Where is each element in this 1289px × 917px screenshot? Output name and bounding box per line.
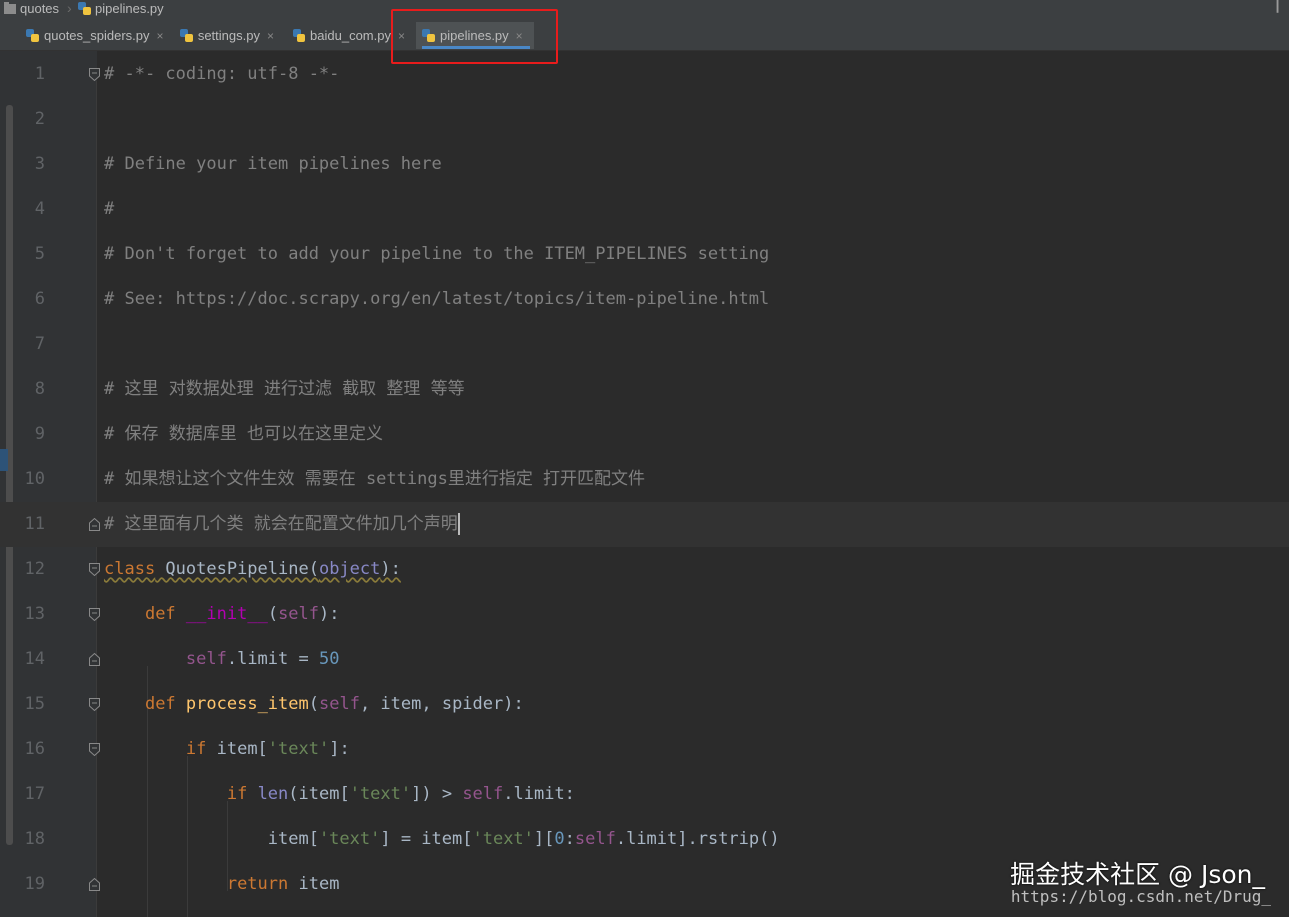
line-number: 16	[24, 739, 45, 759]
python-file-icon	[78, 2, 91, 15]
close-icon[interactable]: ×	[157, 29, 164, 43]
line-number: 6	[34, 289, 45, 309]
text-caret	[457, 513, 460, 535]
python-file-icon	[293, 29, 306, 42]
line-number: 14	[24, 649, 45, 669]
line-number: 7	[34, 334, 45, 354]
watermark-url: https://blog.csdn.net/Drug_	[1010, 887, 1271, 906]
line-number: 9	[34, 424, 45, 444]
code-line[interactable]: 1 # -*- coding: utf-8 -*-	[0, 52, 1289, 97]
fold-end-icon[interactable]	[89, 518, 100, 531]
line-number: 4	[34, 199, 45, 219]
code-line[interactable]: 16 if item['text']:	[0, 727, 1289, 772]
fold-end-icon[interactable]	[89, 653, 100, 666]
code-text: # 这里面有几个类 就会在配置文件加几个声明	[104, 513, 460, 535]
folder-icon	[4, 1, 16, 14]
close-icon[interactable]: ×	[267, 29, 274, 43]
code-text: def __init__(self):	[144, 604, 340, 624]
code-line[interactable]: 17 if len(item['text']) > self.limit:	[0, 772, 1289, 817]
code-text: # Define your item pipelines here	[104, 154, 442, 174]
code-line[interactable]: 10 # 如果想让这个文件生效 需要在 settings里进行指定 打开匹配文件	[0, 457, 1289, 502]
watermark-text: 掘金技术社区 @ Json_	[1010, 860, 1265, 889]
line-number: 13	[24, 604, 45, 624]
code-line[interactable]: 6 # See: https://doc.scrapy.org/en/lates…	[0, 277, 1289, 322]
code-text: # 保存 数据库里 也可以在这里定义	[104, 424, 383, 444]
code-text: # See: https://doc.scrapy.org/en/latest/…	[104, 289, 770, 309]
line-number: 12	[24, 559, 45, 579]
fold-icon[interactable]	[89, 68, 100, 81]
line-number: 5	[34, 244, 45, 264]
code-line[interactable]: 13 def __init__(self):	[0, 592, 1289, 637]
tab-settings[interactable]: settings.py ×	[174, 22, 280, 49]
code-line[interactable]: 15 def process_item(self, item, spider):	[0, 682, 1289, 727]
code-line[interactable]: 2	[0, 97, 1289, 142]
fold-end-icon[interactable]	[89, 878, 100, 891]
code-line[interactable]: 9 # 保存 数据库里 也可以在这里定义	[0, 412, 1289, 457]
annotation-highlight-box	[391, 9, 558, 64]
code-text: if item['text']:	[185, 739, 350, 759]
code-text: class QuotesPipeline(object):	[104, 559, 401, 579]
breadcrumb-separator: ›	[67, 0, 72, 16]
line-number: 18	[24, 829, 45, 849]
code-line[interactable]: 14 self.limit = 50	[0, 637, 1289, 682]
fold-icon[interactable]	[89, 698, 100, 711]
more-icon[interactable]: ▕▏	[1269, 0, 1286, 13]
code-line-current[interactable]: 11 # 这里面有几个类 就会在配置文件加几个声明	[0, 502, 1289, 547]
code-text: if len(item['text']) > self.limit:	[226, 784, 575, 804]
code-line[interactable]: 3 # Define your item pipelines here	[0, 142, 1289, 187]
line-number: 11	[24, 514, 45, 534]
line-number: 2	[34, 109, 45, 129]
breadcrumb-file[interactable]: pipelines.py	[78, 1, 164, 16]
fold-icon[interactable]	[89, 743, 100, 756]
code-text: #	[104, 199, 115, 219]
tab-quotes-spiders[interactable]: quotes_spiders.py ×	[20, 22, 170, 49]
breadcrumb: quotes › pipelines.py ▕▏	[0, 0, 1289, 19]
code-line[interactable]: 5 # Don't forget to add your pipeline to…	[0, 232, 1289, 277]
code-text: self.limit = 50	[185, 649, 340, 669]
code-text: # 如果想让这个文件生效 需要在 settings里进行指定 打开匹配文件	[104, 469, 646, 489]
line-number: 10	[24, 469, 45, 489]
fold-icon[interactable]	[89, 608, 100, 621]
line-number: 19	[24, 874, 45, 894]
code-text: # Don't forget to add your pipeline to t…	[104, 244, 770, 264]
code-text: return item	[226, 874, 340, 894]
code-line[interactable]: 4 #	[0, 187, 1289, 232]
line-number: 15	[24, 694, 45, 714]
editor-tab-bar: ← quotes_spiders.py × settings.py × baid…	[0, 19, 1289, 59]
code-line[interactable]: 12 class QuotesPipeline(object):	[0, 547, 1289, 592]
python-file-icon	[180, 29, 193, 42]
code-text: # -*- coding: utf-8 -*-	[104, 64, 340, 84]
code-text: item['text'] = item['text'][0:self.limit…	[104, 829, 780, 849]
code-line[interactable]: 7	[0, 322, 1289, 367]
line-number: 8	[34, 379, 45, 399]
fold-icon[interactable]	[89, 563, 100, 576]
line-number: 1	[34, 64, 45, 84]
code-line[interactable]: 8 # 这里 对数据处理 进行过滤 截取 整理 等等	[0, 367, 1289, 412]
breadcrumb-project[interactable]: quotes	[4, 1, 59, 16]
line-number: 3	[34, 154, 45, 174]
python-file-icon	[26, 29, 39, 42]
code-text: # 这里 对数据处理 进行过滤 截取 整理 等等	[104, 379, 465, 399]
code-editor[interactable]: 1 # -*- coding: utf-8 -*- 2 3 # Define y…	[0, 51, 1289, 917]
line-number: 17	[24, 784, 45, 804]
code-text: def process_item(self, item, spider):	[144, 694, 524, 714]
